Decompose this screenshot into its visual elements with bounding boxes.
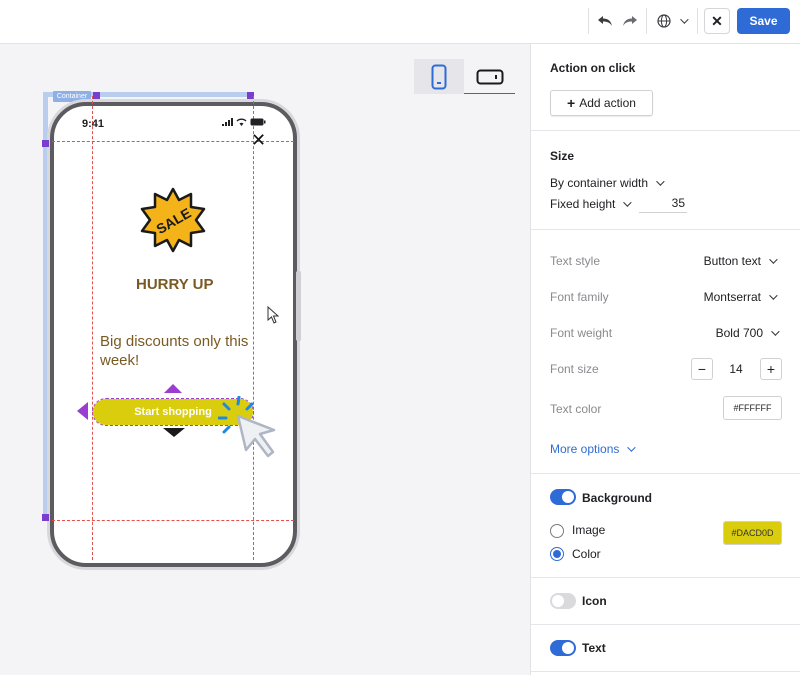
move-left-arrow-icon[interactable] xyxy=(77,402,88,420)
status-time: 9:41 xyxy=(82,118,105,130)
phone-landscape-icon xyxy=(476,69,504,84)
height-input[interactable]: 35 xyxy=(639,193,687,213)
add-action-button[interactable]: + Add action xyxy=(550,90,653,116)
more-options-link[interactable]: More options xyxy=(550,442,637,456)
toolbar-divider xyxy=(646,8,647,34)
text-style-label: Text style xyxy=(550,254,601,268)
landscape-mode-button[interactable] xyxy=(465,59,515,94)
background-color-label: Color xyxy=(572,547,601,561)
signal-icon xyxy=(222,118,233,126)
icon-section: Icon xyxy=(531,578,800,625)
background-image-radio[interactable] xyxy=(550,524,564,538)
phone-side-button xyxy=(296,271,301,341)
background-section: Background Image Color #DACD0D xyxy=(531,474,800,578)
container-selection-edge xyxy=(43,92,48,519)
size-section: Size By container width Fixed height 35 xyxy=(531,131,800,230)
chevron-down-icon xyxy=(656,177,665,186)
device-mode-toggle xyxy=(414,59,515,94)
chevron-down-icon xyxy=(769,255,778,264)
redo-icon[interactable] xyxy=(621,10,639,32)
layout-guide xyxy=(92,96,93,560)
text-style-section: Text style Button text Font family Monts… xyxy=(531,230,800,474)
more-options-label: More options xyxy=(550,442,620,456)
chevron-down-icon xyxy=(627,443,637,452)
font-weight-dropdown[interactable]: Bold 700 xyxy=(715,326,780,340)
move-up-arrow-icon[interactable] xyxy=(164,384,182,393)
toolbar-divider xyxy=(588,8,589,34)
click-cursor-icon xyxy=(218,396,276,458)
resize-handle[interactable] xyxy=(42,514,49,521)
properties-panel: Action on click + Add action Size By con… xyxy=(530,44,800,675)
font-size-label: Font size xyxy=(550,362,599,376)
text-section: Text xyxy=(531,625,800,672)
background-toggle[interactable] xyxy=(550,489,576,505)
close-button[interactable]: ✕ xyxy=(704,8,730,34)
save-button[interactable]: Save xyxy=(737,8,790,34)
height-mode-value: Fixed height xyxy=(550,197,616,211)
portrait-mode-button[interactable] xyxy=(414,59,464,94)
layout-guide xyxy=(253,96,254,560)
chevron-down-icon xyxy=(623,198,633,207)
language-selector[interactable] xyxy=(654,10,689,32)
move-down-arrow-icon[interactable] xyxy=(163,428,185,437)
text-color-label: Text color xyxy=(550,402,602,416)
text-color-swatch[interactable]: #FFFFFF xyxy=(723,396,782,420)
chevron-down-icon xyxy=(769,291,778,300)
font-weight-label: Font weight xyxy=(550,326,613,340)
text-style-dropdown[interactable]: Button text xyxy=(703,254,778,268)
font-family-value: Montserrat xyxy=(703,290,761,304)
width-mode-dropdown[interactable]: By container width xyxy=(550,176,665,190)
action-title: Action on click xyxy=(550,61,636,75)
wifi-icon xyxy=(236,118,247,126)
mouse-pointer-icon xyxy=(267,306,280,324)
resize-handle[interactable] xyxy=(93,92,100,99)
height-mode-dropdown[interactable]: Fixed height xyxy=(550,197,633,211)
resize-handle[interactable] xyxy=(42,140,49,147)
background-color-radio[interactable] xyxy=(550,547,564,561)
undo-icon[interactable] xyxy=(596,10,614,32)
text-style-value: Button text xyxy=(703,254,761,268)
font-family-dropdown[interactable]: Montserrat xyxy=(703,290,778,304)
text-title: Text xyxy=(582,641,606,655)
top-toolbar: ✕ Save xyxy=(0,0,800,44)
plus-icon: + xyxy=(567,95,576,111)
background-image-label: Image xyxy=(572,523,606,537)
phone-portrait-icon xyxy=(431,64,447,89)
background-title: Background xyxy=(582,491,653,505)
layout-guide xyxy=(52,520,294,521)
font-size-increase-button[interactable]: + xyxy=(760,358,782,380)
toolbar-divider xyxy=(697,8,698,34)
font-size-input[interactable]: 14 xyxy=(719,358,753,380)
action-section: Action on click + Add action xyxy=(531,44,800,131)
icon-title: Icon xyxy=(582,594,607,608)
size-title: Size xyxy=(550,149,575,163)
chevron-down-icon xyxy=(679,15,689,24)
add-action-label: Add action xyxy=(579,96,636,110)
background-color-swatch[interactable]: #DACD0D xyxy=(723,521,782,545)
width-mode-value: By container width xyxy=(550,176,649,190)
font-size-decrease-button[interactable]: − xyxy=(691,358,713,380)
battery-icon xyxy=(250,118,266,126)
chevron-down-icon xyxy=(771,327,780,336)
body-text[interactable]: Big discounts only this week! xyxy=(100,332,250,370)
globe-icon xyxy=(656,14,671,28)
font-weight-value: Bold 700 xyxy=(715,326,763,340)
text-toggle[interactable] xyxy=(550,640,576,656)
status-icons xyxy=(222,118,266,126)
popup-close-icon[interactable]: ✕ xyxy=(251,131,266,149)
container-label: Container xyxy=(53,91,91,102)
headline-text[interactable]: HURRY UP xyxy=(136,276,214,293)
font-family-label: Font family xyxy=(550,290,609,304)
icon-toggle[interactable] xyxy=(550,593,576,609)
sale-badge-icon: SALE xyxy=(140,187,206,253)
editor-canvas[interactable]: Container 9:41 ✕ SALE HURRY UP Big disco… xyxy=(0,44,530,675)
